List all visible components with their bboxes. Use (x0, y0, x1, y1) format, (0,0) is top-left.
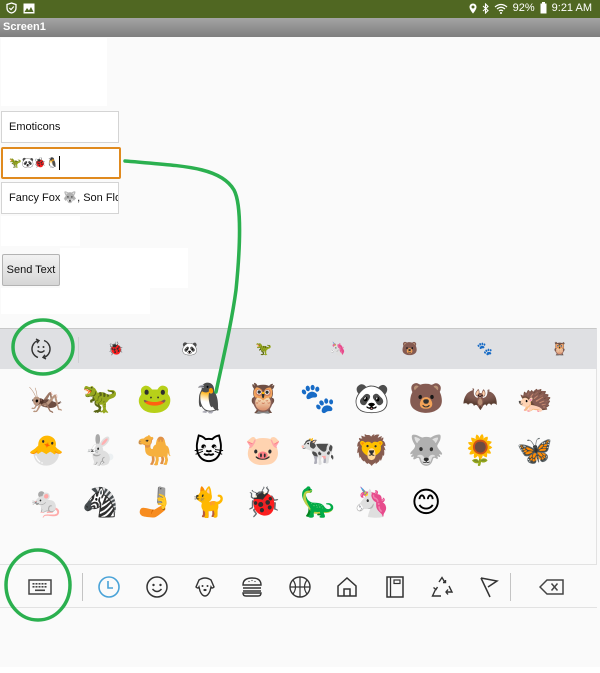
screen-title: Screen1 (3, 21, 46, 33)
emoji-selfie[interactable]: 🤳 (130, 483, 180, 523)
emoji-lion[interactable]: 🦁 (347, 431, 397, 471)
category-symbols-tab[interactable] (424, 571, 460, 603)
ball-icon (288, 575, 312, 599)
recycle-icon (430, 575, 454, 599)
emoji-wolf[interactable]: 🐺 (401, 431, 451, 471)
gallery-icon (23, 3, 35, 14)
recent-emoji-panda[interactable]: 🐼 (170, 337, 210, 361)
recent-emoji-unicorn[interactable]: 🦄 (318, 337, 358, 361)
keyboard-switch-button[interactable] (22, 571, 58, 603)
clock-icon (97, 575, 121, 599)
emoji-panda[interactable]: 🐼 (347, 379, 397, 419)
emoji-owl[interactable]: 🦉 (238, 379, 288, 419)
emoji-t-rex[interactable]: 🦖 (75, 379, 125, 419)
emoji-mouse[interactable]: 🐁 (21, 483, 71, 523)
textbox-value: 🦖🐼🐞🐧 (9, 158, 59, 169)
emoji-category-bar (0, 564, 597, 608)
emoji-unicorn[interactable]: 🦄 (347, 483, 397, 523)
blank-spacer-2 (60, 248, 188, 288)
emoji-rabbit[interactable]: 🐇 (75, 431, 125, 471)
category-animals-tab[interactable] (187, 571, 223, 603)
keyboard-icon (28, 578, 52, 596)
recent-emoji-ladybug[interactable]: 🐞 (96, 337, 136, 361)
category-smileys-tab[interactable] (139, 571, 175, 603)
category-divider-left (82, 573, 83, 601)
clock-time: 9:21 AM (551, 2, 592, 14)
category-food-tab[interactable] (234, 571, 270, 603)
emoji-hedgehog[interactable]: 🦔 (510, 379, 560, 419)
emoji-camel[interactable]: 🐪 (130, 431, 180, 471)
emoji-butterfly[interactable]: 🦋 (510, 431, 560, 471)
burger-icon (240, 575, 264, 599)
blank-spacer-3 (1, 288, 150, 314)
send-text-label: Send Text (6, 264, 56, 276)
emoji-cat-face[interactable]: 🐱 (184, 431, 234, 471)
textbox-value: Fancy Fox 🐺, Son Flor (9, 192, 119, 204)
text-caret (58, 156, 60, 171)
dog-icon (193, 575, 217, 599)
recent-emoji-owl[interactable]: 🦉 (540, 337, 580, 361)
emoji-frog[interactable]: 🐸 (130, 379, 180, 419)
emoji-cat[interactable]: 🐈 (184, 483, 234, 523)
emoji-cycle-button[interactable] (21, 335, 61, 363)
textbox-value: Emoticons (9, 121, 61, 133)
emoji-hatching-chick[interactable]: 🐣 (21, 431, 71, 471)
emoji-bat[interactable]: 🦇 (455, 379, 505, 419)
location-icon (469, 3, 477, 14)
blank-image-area (1, 38, 107, 106)
emoji-cricket[interactable]: 🦗 (21, 379, 71, 419)
recent-emoji-paw-prints[interactable]: 🐾 (465, 337, 505, 361)
wifi-icon (494, 3, 508, 14)
emoji-ladybug[interactable]: 🐞 (238, 483, 288, 523)
category-divider-right (510, 573, 511, 601)
category-places-tab[interactable] (329, 571, 365, 603)
emoji-paw-prints[interactable]: 🐾 (293, 379, 343, 419)
emoji-cycle-icon (29, 337, 53, 361)
house-icon (335, 575, 359, 599)
shield-check-icon (6, 2, 17, 14)
recent-emoji-bar: 🐞 🐼 🦖 🦄 🐻 🐾 🦉 (0, 329, 597, 369)
battery-percent: 92% (512, 2, 535, 14)
category-recent-tab[interactable] (91, 571, 127, 603)
emoticons-textbox[interactable]: Emoticons (1, 111, 119, 143)
backspace-button[interactable] (534, 571, 570, 603)
recent-bar-divider (78, 337, 79, 363)
bluetooth-icon (482, 2, 489, 14)
emoji-smiling-face[interactable]: 😊 (401, 483, 451, 523)
bottom-strip (0, 667, 600, 673)
message-textbox[interactable]: Fancy Fox 🐺, Son Flor (1, 182, 119, 214)
emoji-bear[interactable]: 🐻 (401, 379, 451, 419)
recent-emoji-t-rex[interactable]: 🦖 (244, 337, 284, 361)
send-text-button[interactable]: Send Text (2, 254, 60, 286)
smiley-icon (145, 575, 169, 599)
emoji-cow[interactable]: 🐄 (293, 431, 343, 471)
flag-icon (477, 575, 501, 599)
emoji-zebra[interactable]: 🦓 (75, 483, 125, 523)
status-bar: 92% 9:21 AM (0, 0, 600, 18)
notebook-icon (383, 575, 407, 599)
emoji-keyboard: 🐞 🐼 🦖 🦄 🐻 🐾 🦉 🦗 🦖 🐸 🐧 🦉 🐾 🐼 🐻 🦇 🦔 🐣 🐇 🐪 🐱 🐷 🐄 🦁 🐺 🌻 🦋 🐁 🦓 🤳 🐈 🐞 🦕 🦄 😊 (0, 328, 597, 608)
recent-emoji-bear[interactable]: 🐻 (390, 337, 430, 361)
emoji-input-textbox[interactable]: 🦖🐼🐞🐧 (1, 147, 121, 179)
emoji-sauropod[interactable]: 🦕 (293, 483, 343, 523)
category-flags-tab[interactable] (471, 571, 507, 603)
emoji-pig-face[interactable]: 🐷 (238, 431, 288, 471)
blank-spacer-1 (1, 216, 80, 246)
battery-icon (540, 2, 547, 14)
backspace-icon (539, 578, 565, 596)
emoji-penguin[interactable]: 🐧 (184, 379, 234, 419)
category-activity-tab[interactable] (282, 571, 318, 603)
emoji-sunflower[interactable]: 🌻 (455, 431, 505, 471)
app-title-bar: Screen1 (0, 18, 600, 37)
category-objects-tab[interactable] (377, 571, 413, 603)
